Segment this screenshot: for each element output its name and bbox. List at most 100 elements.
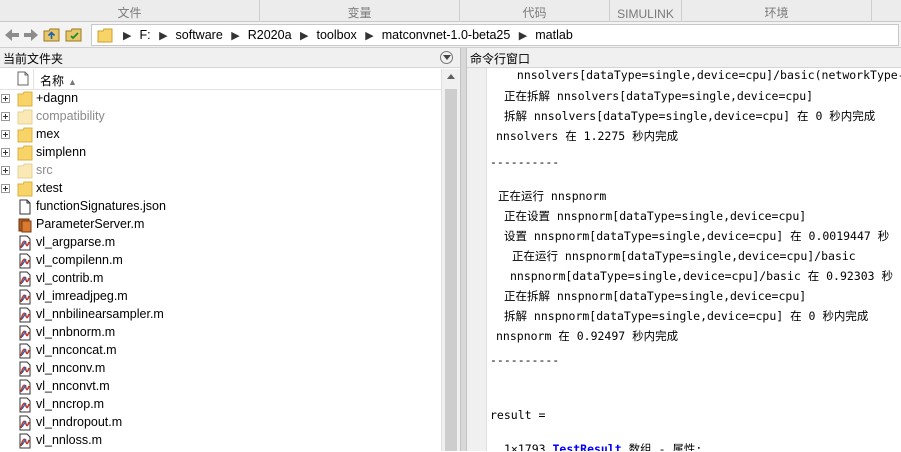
breadcrumb-segment[interactable]: software xyxy=(176,28,223,42)
panel-menu-button[interactable] xyxy=(440,51,453,64)
file-list-item[interactable]: vl_compilenn.m xyxy=(0,252,441,270)
name-column-header[interactable]: 名称 ▲ xyxy=(33,69,203,90)
tab-variable[interactable]: 变量 xyxy=(260,0,460,22)
breadcrumb-segment[interactable]: matconvnet-1.0-beta25 xyxy=(382,28,511,42)
file-name: vl_nnbilinearsampler.m xyxy=(36,307,164,321)
expand-plus-icon[interactable] xyxy=(1,94,10,103)
folder-icon xyxy=(17,127,33,143)
class-file-icon xyxy=(17,217,33,233)
file-list-item[interactable]: vl_imreadjpeg.m xyxy=(0,288,441,306)
breadcrumb-segment[interactable]: matlab xyxy=(535,28,573,42)
command-output-line: 正在设置 nnspnorm[dataType=single,device=cpu… xyxy=(504,209,807,223)
breadcrumb-chevron-icon[interactable]: ▶ xyxy=(519,30,527,42)
address-bar: ▶ F: ▶ software ▶ R2020a ▶ toolbox ▶ matconvn… xyxy=(0,22,901,48)
folder-icon xyxy=(17,181,33,197)
scrollbar-thumb[interactable] xyxy=(445,89,457,451)
command-output-line: 正在拆解 nnspnorm[dataType=single,device=cpu… xyxy=(504,289,807,303)
forward-button[interactable] xyxy=(21,25,41,45)
file-name: xtest xyxy=(36,181,63,195)
command-output-line: 1×1793 TestResult 数组 - 属性: xyxy=(504,441,702,451)
current-folder-header: 当前文件夹 xyxy=(0,48,460,68)
expand-plus-icon[interactable] xyxy=(1,112,10,121)
panel-title: 命令行窗口 xyxy=(470,52,531,66)
current-folder-panel: 当前文件夹 名称 ▲ +dagnn compatibility mex simplenn… xyxy=(0,48,460,451)
file-list-item[interactable]: vl_argparse.m xyxy=(0,234,441,252)
command-window-side-strip xyxy=(467,68,487,451)
file-name: functionSignatures.json xyxy=(36,199,166,213)
breadcrumb-segment[interactable]: F: xyxy=(139,28,150,42)
file-name: vl_nncrop.m xyxy=(36,397,105,411)
command-window-panel: 命令行窗口 nnsolvers[dataType=single,device=c… xyxy=(467,48,901,451)
scroll-up-arrow-icon[interactable] xyxy=(447,74,455,80)
expand-plus-icon[interactable] xyxy=(1,148,10,157)
folder-icon xyxy=(17,91,33,107)
command-output-line: nnspnorm 在 0.92497 秒内完成 xyxy=(496,329,679,343)
breadcrumb-chevron-icon[interactable]: ▶ xyxy=(365,30,373,42)
file-list-item[interactable]: vl_nnbilinearsampler.m xyxy=(0,306,441,324)
m-file-icon xyxy=(17,343,33,359)
output-text: 数组 - 属性: xyxy=(621,442,703,451)
m-file-icon xyxy=(17,433,33,449)
command-output-line: nnsolvers[dataType=single,device=cpu]/ba… xyxy=(510,68,901,82)
file-type-icon xyxy=(17,71,29,86)
command-window-output[interactable]: nnsolvers[dataType=single,device=cpu]/ba… xyxy=(490,68,901,451)
column-header: 名称 ▲ xyxy=(0,69,441,90)
expand-plus-icon[interactable] xyxy=(1,184,10,193)
file-list-item[interactable]: vl_nnconvt.m xyxy=(0,378,441,396)
command-output-line: nnspnorm[dataType=single,device=cpu]/bas… xyxy=(510,269,894,283)
breadcrumb-chevron-icon[interactable]: ▶ xyxy=(300,30,308,42)
tab-code[interactable]: 代码 xyxy=(460,0,610,22)
tab-simulink[interactable]: SIMULINK xyxy=(610,0,682,22)
folder-up-icon xyxy=(43,28,60,42)
file-list-item[interactable]: vl_nndropout.m xyxy=(0,414,441,432)
browse-folder-icon xyxy=(65,28,82,42)
breadcrumb-chevron-icon[interactable]: ▶ xyxy=(231,30,239,42)
expand-plus-icon[interactable] xyxy=(1,166,10,175)
up-one-level-button[interactable] xyxy=(42,25,62,45)
file-name: compatibility xyxy=(36,109,105,123)
file-list-item[interactable]: ParameterServer.m xyxy=(0,216,441,234)
file-list-item[interactable]: vl_contrib.m xyxy=(0,270,441,288)
vertical-scrollbar[interactable] xyxy=(441,69,460,451)
panel-splitter[interactable] xyxy=(460,48,467,451)
file-list-item[interactable]: vl_nnconv.m xyxy=(0,360,441,378)
breadcrumb-chevron-icon[interactable]: ▶ xyxy=(159,30,167,42)
file-list-item[interactable]: src xyxy=(0,162,441,180)
browse-folder-button[interactable] xyxy=(64,25,84,45)
file-list-item[interactable]: mex xyxy=(0,126,441,144)
breadcrumb-chevron-icon[interactable]: ▶ xyxy=(123,30,131,42)
file-list: +dagnn compatibility mex simplenn src xtest fu… xyxy=(0,90,441,450)
m-file-icon xyxy=(17,289,33,305)
m-file-icon xyxy=(17,253,33,269)
m-file-icon xyxy=(17,379,33,395)
tab-file[interactable]: 文件 xyxy=(0,0,260,22)
sort-ascending-icon: ▲ xyxy=(68,77,77,87)
panel-title: 当前文件夹 xyxy=(3,52,64,66)
file-name: ParameterServer.m xyxy=(36,217,145,231)
file-name: mex xyxy=(36,127,60,141)
expand-plus-icon[interactable] xyxy=(1,130,10,139)
file-list-item[interactable]: vl_nnconcat.m xyxy=(0,342,441,360)
path-field[interactable]: ▶ F: ▶ software ▶ R2020a ▶ toolbox ▶ matconvn… xyxy=(91,24,899,46)
forward-arrow-icon xyxy=(24,29,38,41)
tab-environment[interactable]: 环境 xyxy=(682,0,872,22)
file-list-item[interactable]: vl_nnbnorm.m xyxy=(0,324,441,342)
file-name: vl_nndropout.m xyxy=(36,415,123,429)
m-file-icon xyxy=(17,415,33,431)
command-output-line: 拆解 nnspnorm[dataType=single,device=cpu] … xyxy=(504,309,869,323)
file-list-item[interactable]: +dagnn xyxy=(0,90,441,108)
file-name: src xyxy=(36,163,53,177)
breadcrumb-segment[interactable]: R2020a xyxy=(248,28,292,42)
file-name: vl_imreadjpeg.m xyxy=(36,289,128,303)
file-list-item[interactable]: xtest xyxy=(0,180,441,198)
folder-icon xyxy=(17,163,33,179)
file-list-item[interactable]: vl_nnloss.m xyxy=(0,432,441,450)
file-list-item[interactable]: vl_nncrop.m xyxy=(0,396,441,414)
file-list-item[interactable]: simplenn xyxy=(0,144,441,162)
back-button[interactable] xyxy=(2,25,22,45)
class-link[interactable]: TestResult xyxy=(552,442,621,451)
file-list-item[interactable]: functionSignatures.json xyxy=(0,198,441,216)
breadcrumb-segment[interactable]: toolbox xyxy=(316,28,356,42)
file-name: vl_nnbnorm.m xyxy=(36,325,116,339)
file-list-item[interactable]: compatibility xyxy=(0,108,441,126)
